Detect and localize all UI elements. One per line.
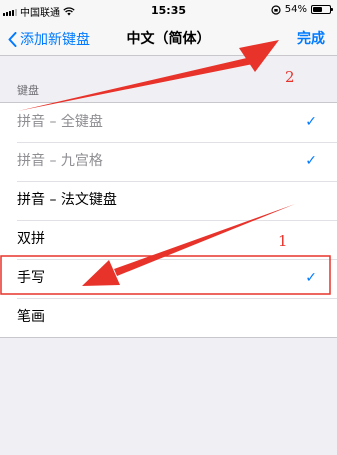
back-button-label: 添加新键盘 xyxy=(20,32,90,48)
keyboard-row[interactable]: 拼音 – 九宫格 ✓ xyxy=(0,142,337,181)
keyboard-row-label: 手写 xyxy=(17,270,45,286)
checkmark-icon: ✓ xyxy=(305,114,317,130)
checkmark-icon: ✓ xyxy=(305,153,317,169)
status-right: 54% xyxy=(271,4,333,15)
status-bar: 中国联通 15:35 54% xyxy=(0,0,337,22)
battery-icon xyxy=(311,5,333,14)
keyboard-row-label: 拼音 – 全键盘 xyxy=(17,114,103,130)
navigation-bar: 添加新键盘 中文（简体） 完成 xyxy=(0,22,337,56)
keyboard-row-label: 双拼 xyxy=(17,231,45,247)
annotation-label-2: 2 xyxy=(285,68,295,86)
keyboard-row[interactable]: 拼音 – 全键盘 ✓ xyxy=(0,103,337,142)
chevron-left-icon xyxy=(8,31,17,47)
keyboard-row[interactable]: 手写 ✓ xyxy=(0,259,337,298)
keyboard-row[interactable]: 笔画 xyxy=(0,298,337,337)
section-header-keyboards: 键盘 xyxy=(17,84,39,97)
battery-fill xyxy=(313,7,322,12)
back-button[interactable]: 添加新键盘 xyxy=(8,22,90,56)
battery-percent: 54% xyxy=(284,4,307,15)
keyboard-row-label: 拼音 – 九宫格 xyxy=(17,153,103,169)
keyboard-row[interactable]: 拼音 – 法文键盘 xyxy=(0,181,337,220)
checkmark-icon: ✓ xyxy=(305,270,317,286)
rotation-lock-icon xyxy=(271,4,281,15)
done-button[interactable]: 完成 xyxy=(297,22,325,56)
keyboard-list: 拼音 – 全键盘 ✓ 拼音 – 九宫格 ✓ 拼音 – 法文键盘 双拼手写 ✓ 笔画 xyxy=(0,102,337,338)
annotation-label-1: 1 xyxy=(278,232,288,250)
keyboard-row-label: 笔画 xyxy=(17,309,45,325)
keyboard-row-label: 拼音 – 法文键盘 xyxy=(17,192,117,208)
